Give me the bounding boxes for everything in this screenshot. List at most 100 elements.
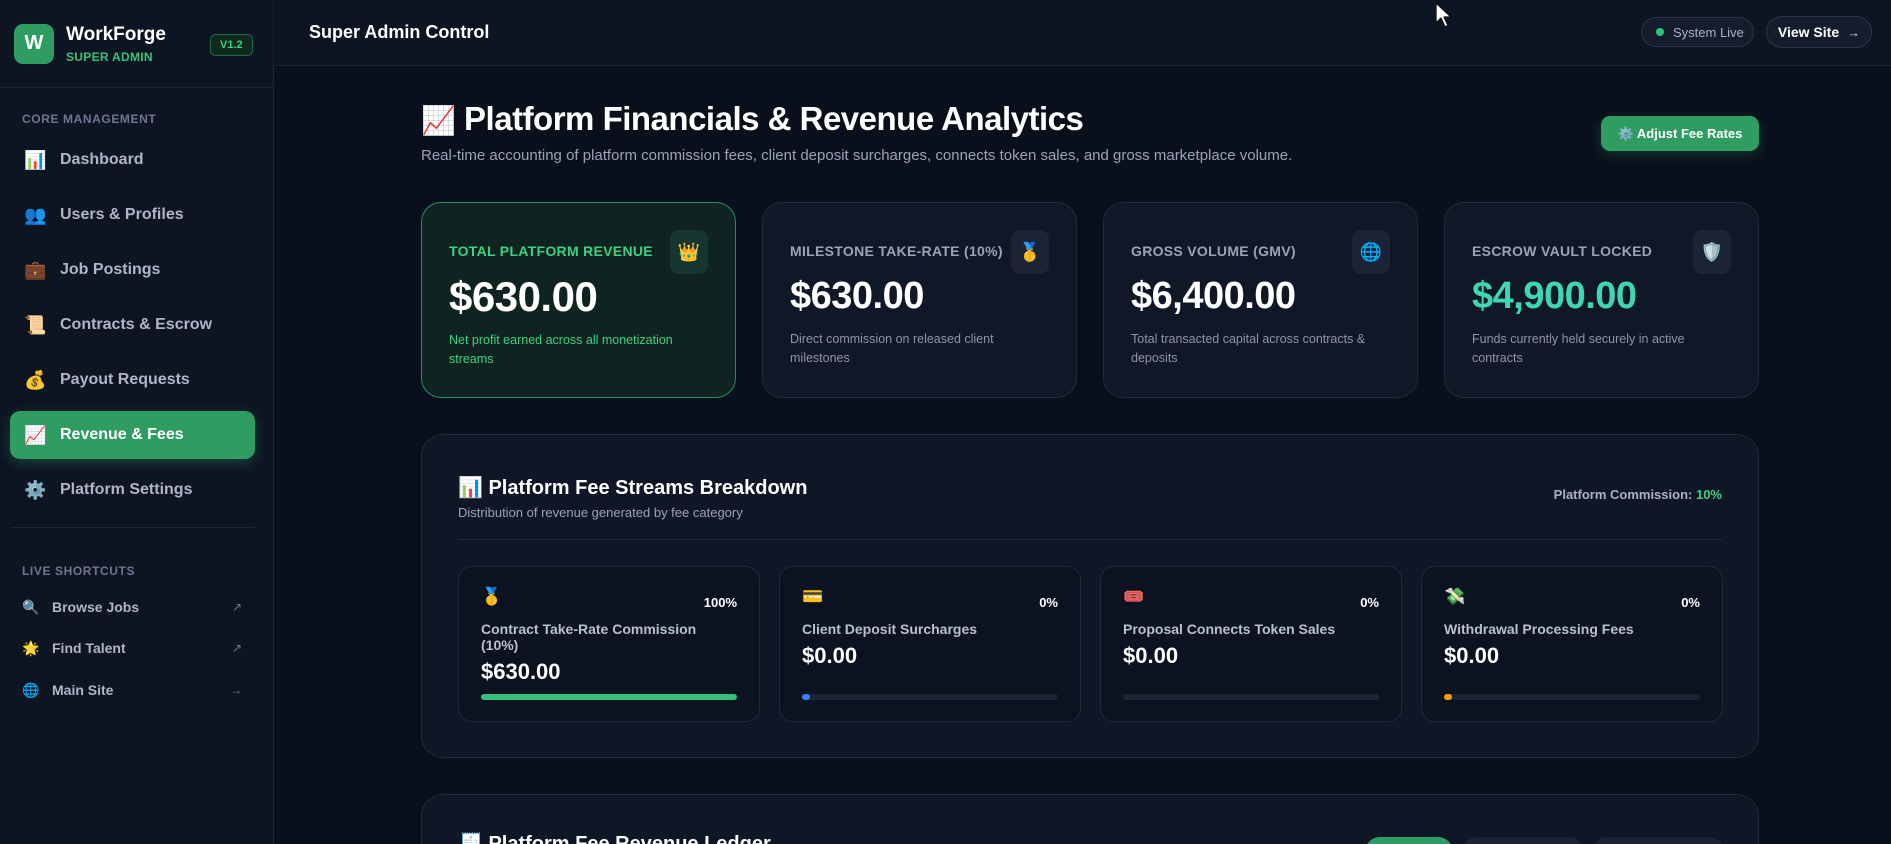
- page-title: 📈 Platform Financials & Revenue Analytic…: [421, 100, 1084, 138]
- medal-icon: 🥇: [481, 587, 503, 606]
- fee-stream-name: Client Deposit Surcharges: [802, 621, 978, 637]
- brand-header: W WorkForge SUPER ADMIN V1.2: [0, 0, 273, 88]
- fee-stream-progress: [802, 694, 1058, 700]
- stat-description: Net profit earned across all monetizatio…: [449, 333, 673, 366]
- sidebar-item-label: Users & Profiles: [60, 206, 184, 223]
- system-status-pill: System Live: [1641, 17, 1754, 47]
- shortcut-main-site[interactable]: 🌐 Main Site →: [22, 677, 242, 703]
- platform-commission-label: Platform Commission:: [1553, 487, 1693, 502]
- stat-description: Funds currently held securely in active …: [1472, 332, 1685, 365]
- view-site-label: View Site: [1777, 24, 1840, 40]
- stat-description: Direct commission on released client mil…: [790, 332, 994, 365]
- stat-value: $6,400.00: [1131, 275, 1296, 317]
- fee-stream-card: 💳 0% Client Deposit Surcharges $0.00: [779, 566, 1081, 722]
- topbar: Super Admin Control System Live View Sit…: [275, 0, 1891, 66]
- panel-subtitle: Distribution of revenue generated by fee…: [458, 505, 743, 520]
- fee-stream-percent: 0%: [1360, 595, 1379, 610]
- sidebar-item-payouts[interactable]: 💰 Payout Requests: [10, 356, 255, 404]
- external-link-icon: ↗: [231, 600, 242, 614]
- sidebar: W WorkForge SUPER ADMIN V1.2 CORE MANAGE…: [0, 0, 274, 844]
- fee-stream-name: Proposal Connects Token Sales: [1123, 621, 1336, 637]
- shortcut-label: Main Site: [52, 682, 114, 698]
- fee-stream-progress: [1444, 694, 1700, 700]
- sidebar-item-label: Revenue & Fees: [60, 426, 184, 443]
- bar-chart-icon: 📊: [24, 149, 47, 170]
- mouse-cursor-icon: [1435, 2, 1452, 28]
- stat-value: $630.00: [449, 273, 598, 320]
- fee-stream-percent: 100%: [703, 595, 737, 610]
- platform-commission-value: 10%: [1695, 487, 1722, 502]
- credit-card-icon: 💳: [802, 587, 824, 606]
- fee-streams-panel: 📊 Platform Fee Streams Breakdown Distrib…: [421, 434, 1759, 758]
- ticket-icon: 🎟️: [1123, 587, 1145, 606]
- page-title-text: Platform Financials & Revenue Analytics: [464, 100, 1084, 137]
- sidebar-item-contracts[interactable]: 📜 Contracts & Escrow: [10, 301, 255, 349]
- fee-stream-amount: $0.00: [1444, 643, 1500, 668]
- sidebar-item-dashboard[interactable]: 📊 Dashboard: [10, 136, 255, 184]
- shortcut-label: Find Talent: [52, 640, 126, 656]
- stat-card-escrow-vault: ESCROW VAULT LOCKED 🛡️ $4,900.00 Funds c…: [1444, 202, 1759, 398]
- external-link-icon: ↗: [231, 641, 242, 655]
- ledger-filter-tab[interactable]: [1365, 837, 1453, 844]
- users-icon: 👥: [24, 204, 47, 225]
- stat-value: $630.00: [790, 275, 924, 317]
- arrow-right-icon: →: [1847, 24, 1861, 40]
- star-icon: 🌟: [22, 639, 40, 656]
- brand-logo[interactable]: W: [14, 23, 54, 64]
- fee-stream-progress: [1123, 694, 1379, 700]
- money-wings-icon: 💸: [1444, 587, 1466, 606]
- page-subtitle: Real-time accounting of platform commiss…: [421, 147, 1293, 164]
- fee-stream-percent: 0%: [1681, 595, 1700, 610]
- trend-up-icon: 📈: [421, 105, 456, 136]
- sidebar-item-label: Job Postings: [60, 261, 161, 278]
- globe-icon: 🌐: [1352, 230, 1390, 274]
- brand-name: WorkForge: [66, 23, 166, 45]
- stat-card-milestone-take-rate: MILESTONE TAKE-RATE (10%) 🥇 $630.00 Dire…: [762, 202, 1077, 398]
- fee-stream-amount: $0.00: [802, 643, 858, 668]
- adjust-fee-rates-button[interactable]: ⚙️ Adjust Fee Rates: [1601, 116, 1759, 151]
- sidebar-item-label: Contracts & Escrow: [60, 316, 213, 333]
- shortcut-find-talent[interactable]: 🌟 Find Talent ↗: [22, 635, 242, 661]
- brand-role: SUPER ADMIN: [66, 49, 153, 64]
- view-site-button[interactable]: View Site →: [1766, 16, 1872, 48]
- stat-card-total-revenue: TOTAL PLATFORM REVENUE 👑 $630.00 Net pro…: [421, 202, 736, 398]
- panel-title: 📊 Platform Fee Streams Breakdown: [458, 477, 808, 499]
- arrow-right-icon: →: [230, 683, 242, 697]
- fee-stream-amount: $0.00: [1123, 643, 1179, 668]
- stat-card-gross-volume: GROSS VOLUME (GMV) 🌐 $6,400.00 Total tra…: [1103, 202, 1418, 398]
- status-dot-icon: [1656, 28, 1664, 36]
- sidebar-item-label: Payout Requests: [60, 371, 190, 388]
- ledger-filter-tab[interactable]: [1592, 837, 1724, 844]
- sidebar-item-jobs[interactable]: 💼 Job Postings: [10, 246, 255, 294]
- fee-stream-progress-fill: [1444, 694, 1452, 700]
- fee-stream-card: 🎟️ 0% Proposal Connects Token Sales $0.0…: [1100, 566, 1402, 722]
- gear-icon: ⚙️: [24, 479, 47, 500]
- fee-stream-progress: [481, 694, 737, 700]
- topbar-title: Super Admin Control: [309, 22, 490, 42]
- sidebar-divider: [10, 527, 255, 528]
- fee-revenue-ledger-panel: 🧾 Platform Fee Revenue Ledger: [421, 794, 1759, 844]
- fee-stream-card: 🥇 100% Contract Take-Rate Commission (10…: [458, 566, 760, 722]
- fee-stream-percent: 0%: [1039, 595, 1058, 610]
- briefcase-icon: 💼: [24, 259, 47, 280]
- panel-divider: [458, 539, 1722, 540]
- ledger-title: 🧾 Platform Fee Revenue Ledger: [458, 833, 771, 844]
- globe-icon: 🌐: [22, 681, 40, 698]
- shortcut-browse-jobs[interactable]: 🔍 Browse Jobs ↗: [22, 594, 242, 620]
- platform-commission: Platform Commission: 10%: [1554, 487, 1722, 502]
- fee-stream-name: Contract Take-Rate Commission (10%): [481, 621, 697, 653]
- shield-icon: 🛡️: [1693, 230, 1731, 274]
- sidebar-item-settings[interactable]: ⚙️ Platform Settings: [10, 466, 255, 514]
- scroll-icon: 📜: [24, 314, 47, 335]
- fee-stream-amount: $630.00: [481, 659, 561, 684]
- fee-stream-progress-fill: [481, 694, 737, 700]
- sidebar-item-label: Platform Settings: [60, 481, 193, 498]
- sidebar-item-label: Dashboard: [60, 151, 144, 168]
- fee-stream-card: 💸 0% Withdrawal Processing Fees $0.00: [1421, 566, 1723, 722]
- sidebar-item-users[interactable]: 👥 Users & Profiles: [10, 191, 255, 239]
- money-bag-icon: 💰: [24, 369, 47, 390]
- ledger-filter-tab[interactable]: [1462, 837, 1584, 844]
- fee-stream-name: Withdrawal Processing Fees: [1444, 621, 1634, 637]
- stat-description: Total transacted capital across contract…: [1131, 332, 1366, 365]
- sidebar-item-revenue[interactable]: 📈 Revenue & Fees: [10, 411, 255, 459]
